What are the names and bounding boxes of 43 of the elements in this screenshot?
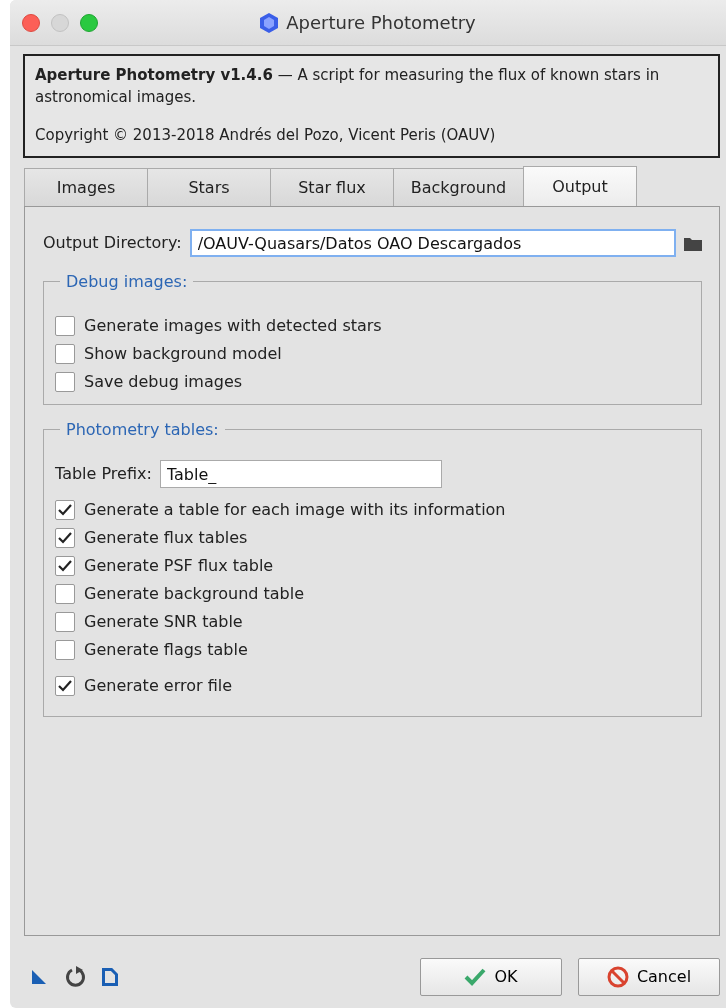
checkbox-label: Save debug images <box>84 371 243 393</box>
checkbox[interactable] <box>55 372 75 392</box>
prohibited-icon <box>606 966 629 988</box>
zoom-button[interactable] <box>80 14 98 32</box>
close-button[interactable] <box>22 14 40 32</box>
tab[interactable]: Star flux <box>270 168 394 206</box>
checkbox-label: Generate flags table <box>84 639 248 661</box>
checkbox[interactable] <box>55 528 75 548</box>
check-icon <box>464 968 487 986</box>
description-text: Aperture Photometry v1.4.6 — A script for measuring the flux of known stars in astronomical images. <box>35 65 661 108</box>
tab[interactable]: Images <box>24 168 148 206</box>
checkbox-label: Generate a table for each image with its information <box>84 499 506 521</box>
checkbox[interactable] <box>55 316 75 336</box>
checkbox[interactable] <box>55 584 75 604</box>
checkbox[interactable] <box>55 612 75 632</box>
ok-button[interactable]: OK <box>420 958 562 996</box>
copyright-text: Copyright © 2013-2018 Andrés del Pozo, Vicent Peris (OAUV) <box>35 125 497 146</box>
checkbox[interactable] <box>55 556 75 576</box>
triangle-icon[interactable] <box>30 968 48 986</box>
tab[interactable]: Output <box>523 166 637 206</box>
field-label: Table Prefix: <box>55 463 152 485</box>
document-icon[interactable] <box>102 968 118 986</box>
checkbox-label: Generate SNR table <box>84 611 243 633</box>
checkbox-label: Generate images with detected stars <box>84 315 382 337</box>
tab[interactable]: Background <box>393 168 524 206</box>
folder-icon[interactable] <box>684 235 702 251</box>
checkbox-label: Generate flux tables <box>84 527 248 549</box>
cancel-button[interactable]: Cancel <box>578 958 720 996</box>
checkbox[interactable] <box>55 344 75 364</box>
checkbox[interactable] <box>55 500 75 520</box>
window-title: Aperture Photometry <box>286 11 476 35</box>
checkbox[interactable] <box>55 676 75 696</box>
output-directory-field[interactable]: /OAUV-Quasars/Datos OAO Descargados <box>189 229 676 257</box>
checkbox-label: Generate background table <box>84 583 305 605</box>
reset-icon[interactable] <box>64 966 86 988</box>
field-label: Output Directory: <box>43 232 182 254</box>
tab[interactable]: Stars <box>147 168 271 206</box>
checkbox-label: Generate error file <box>84 675 232 697</box>
checkbox[interactable] <box>55 640 75 660</box>
checkbox-label: Show background model <box>84 343 282 365</box>
app-icon <box>260 12 279 33</box>
checkbox-label: Generate PSF flux table <box>84 555 274 577</box>
table-prefix-field[interactable]: Table_ <box>159 460 442 488</box>
